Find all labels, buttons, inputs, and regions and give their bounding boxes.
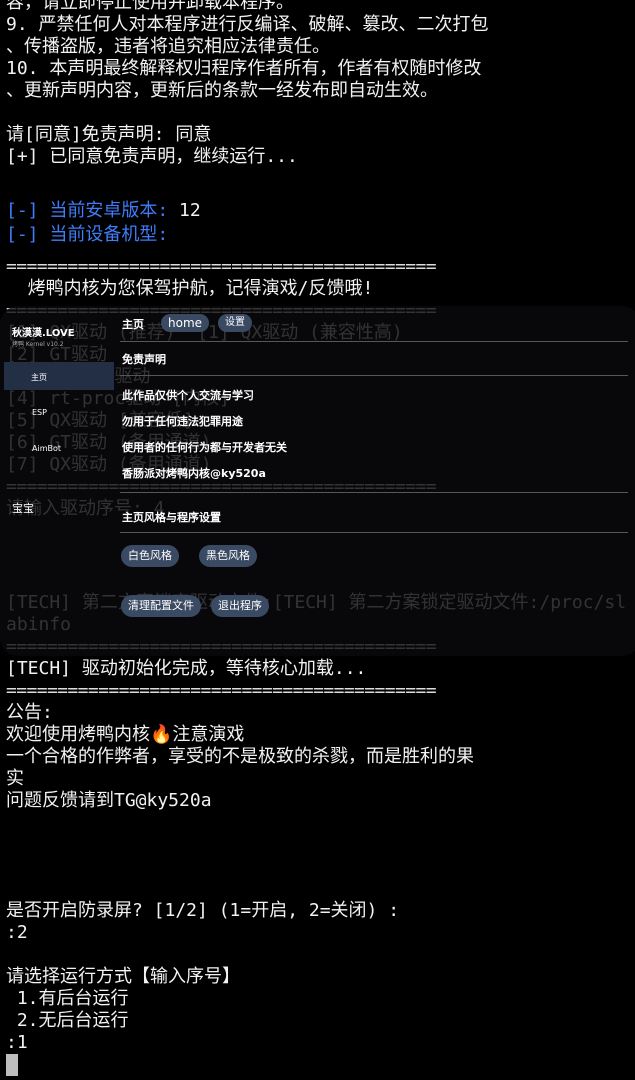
terminal-line: 烤鸭内核为您保驾护航，记得演戏/反馈哦!: [6, 278, 374, 299]
menu-logo-subtitle: 烤鸭 Kernel v10.2: [12, 341, 64, 348]
terminal-line: 、更新声明内容，更新后的条款一经发布即自动生效。: [6, 80, 438, 101]
sidebar-item-esp[interactable]: ESP: [4, 398, 114, 426]
terminal-line: 是否开启防录屏? [1/2] (1=开启, 2=关闭) :: [6, 900, 400, 921]
terminal-line: 实: [6, 768, 24, 789]
white-style-button[interactable]: 白色风格: [121, 545, 179, 567]
terminal-line: 请选择运行方式【输入序号】: [6, 966, 240, 987]
black-style-button[interactable]: 黑色风格: [199, 545, 257, 567]
terminal-line: ========================================…: [6, 256, 437, 277]
divider: [120, 341, 628, 342]
cheat-menu-overlay: 秋漠漠.LOVE 烤鸭 Kernel v10.2 主页 ESP AimBot 宝…: [0, 306, 635, 656]
disclaimer-title: 免责声明: [122, 353, 166, 366]
terminal-line: :2: [6, 922, 28, 943]
terminal-line: 容，请立即停止使用并卸载本程序。: [6, 0, 294, 13]
home-button[interactable]: home: [161, 314, 210, 332]
exit-program-button[interactable]: 退出程序: [211, 595, 269, 617]
terminal-line: 请[同意]免责声明: 同意: [6, 124, 212, 145]
terminal-output-bottom: ========================================…: [6, 636, 631, 1076]
divider: [120, 492, 628, 493]
terminal-cursor[interactable]: [6, 1054, 18, 1076]
disclaimer-item: 勿用于任何违法犯罪用途: [122, 415, 243, 428]
terminal-line: 、传播盗版，违者将追究相应法律责任。: [6, 36, 330, 57]
menu-header-title: 主页: [122, 318, 144, 331]
sidebar-item-label: 主页: [31, 373, 47, 382]
terminal-line: [TECH] 驱动初始化完成，等待核心加载...: [6, 658, 367, 679]
sidebar-item-label: 宝宝: [12, 502, 34, 515]
terminal-line: :1: [6, 1032, 28, 1053]
device-model-line: [-] 当前设备机型:: [6, 224, 168, 246]
divider: [120, 532, 628, 533]
terminal-line: 10. 本声明最终解释权归程序作者所有，作者有权随时修改: [6, 58, 482, 79]
terminal-line: 问题反馈请到TG@ky520a: [6, 790, 212, 811]
terminal-line: 2.无后台运行: [6, 1010, 129, 1031]
menu-logo-title: 秋漠漠.LOVE: [12, 328, 75, 339]
android-version-label: [-] 当前安卓版本:: [6, 200, 169, 221]
disclaimer-item: 使用者的任何行为都与开发者无关: [122, 441, 287, 454]
terminal-line: 欢迎使用烤鸭内核🔥注意演戏: [6, 724, 245, 745]
terminal-line: ========================================…: [6, 680, 437, 701]
device-model-label: [-] 当前设备机型:: [6, 224, 169, 245]
terminal-line: 1.有后台运行: [6, 988, 129, 1009]
divider: [120, 375, 628, 376]
settings-button[interactable]: 设置: [218, 314, 252, 332]
sidebar-item-home[interactable]: 主页: [4, 362, 114, 390]
style-settings-title: 主页风格与程序设置: [122, 511, 221, 524]
clear-config-button[interactable]: 清理配置文件: [121, 595, 201, 617]
terminal-line: 9. 严禁任何人对本程序进行反编译、破解、篡改、二次打包: [6, 14, 489, 35]
android-version-line: [-] 当前安卓版本: 12: [6, 200, 201, 222]
menu-main-panel: 主页 home 设置 免责声明 此作品仅供个人交流与学习 勿用于任何违法犯罪用途…: [120, 306, 632, 656]
sidebar-item-baobao[interactable]: 宝宝: [4, 492, 114, 520]
sidebar-item-aimbot[interactable]: AimBot: [4, 434, 114, 462]
disclaimer-item: 香肠派对烤鸭内核@ky520a: [122, 467, 266, 480]
terminal-line: [+] 已同意免责声明，继续运行...: [6, 146, 298, 167]
disclaimer-item: 此作品仅供个人交流与学习: [122, 389, 254, 402]
terminal-line: 公告:: [6, 702, 53, 723]
menu-sidebar: 秋漠漠.LOVE 烤鸭 Kernel v10.2 主页 ESP AimBot 宝…: [0, 306, 118, 656]
sidebar-item-label: AimBot: [32, 444, 62, 453]
android-version-value: 12: [168, 200, 201, 221]
sidebar-item-label: ESP: [32, 408, 47, 417]
terminal-line: 一个合格的作弊者，享受的不是极致的杀戮，而是胜利的果: [6, 746, 474, 767]
